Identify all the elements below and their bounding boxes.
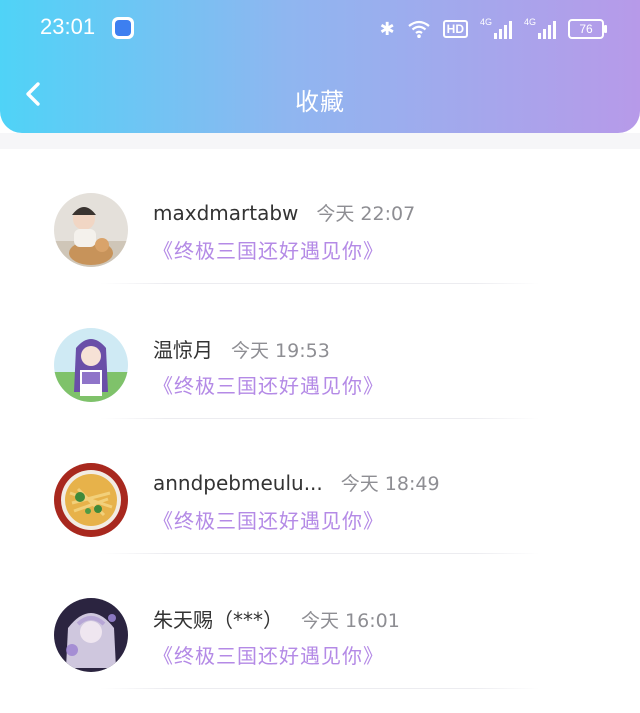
header-bar: 23:01 ✱ HD 4G 4G 76 收藏: [0, 0, 640, 133]
user-name-row: maxdmartabw 今天 22:07: [153, 199, 415, 226]
book-link[interactable]: 《终极三国还好遇见你》: [153, 235, 384, 264]
favorite-time: 今天 16:01: [301, 610, 400, 632]
user-name[interactable]: maxdmartabw: [153, 201, 298, 225]
avatar[interactable]: [54, 193, 128, 267]
favorite-time: 今天 22:07: [316, 203, 416, 225]
user-name[interactable]: anndpebmeulu...: [153, 471, 323, 495]
list-item[interactable]: 朱天赐（***） 今天 16:01 《终极三国还好遇见你》: [0, 554, 640, 689]
book-link[interactable]: 《终极三国还好遇见你》: [153, 370, 384, 399]
signal-label: 4G: [480, 17, 493, 27]
signal-icon-2: 4G: [524, 17, 556, 39]
book-link[interactable]: 《终极三国还好遇见你》: [153, 640, 384, 669]
hd-icon: HD: [442, 20, 468, 38]
signal-icon: 4G: [480, 17, 512, 39]
status-time: 23:01: [40, 14, 96, 39]
header-spacer: [0, 133, 640, 149]
list-item[interactable]: anndpebmeulu... 今天 18:49 《终极三国还好遇见你》: [0, 419, 640, 554]
signal-label-2: 4G: [524, 17, 537, 27]
book-link[interactable]: 《终极三国还好遇见你》: [153, 505, 384, 534]
list-item[interactable]: maxdmartabw 今天 22:07 《终极三国还好遇见你》: [0, 149, 640, 284]
user-name-row: 温惊月 今天 19:53: [153, 334, 330, 363]
battery-icon: 76: [568, 19, 607, 39]
app-notification-icon: [112, 17, 134, 39]
bluetooth-icon: ✱: [379, 18, 395, 39]
favorite-time: 今天 18:49: [340, 473, 440, 495]
favorite-time: 今天 19:53: [231, 340, 330, 362]
list-item[interactable]: 温惊月 今天 19:53 《终极三国还好遇见你》: [0, 284, 640, 419]
user-name[interactable]: 温惊月: [153, 338, 213, 362]
divider: [100, 688, 540, 689]
wifi-icon: [407, 20, 430, 38]
avatar[interactable]: [54, 463, 128, 537]
user-name-row: anndpebmeulu... 今天 18:49: [153, 469, 440, 496]
page-title: 收藏: [295, 88, 345, 116]
avatar[interactable]: [54, 328, 128, 402]
status-icons: ✱ HD 4G 4G 76: [379, 17, 607, 41]
avatar[interactable]: [54, 598, 128, 672]
user-name-row: 朱天赐（***） 今天 16:01: [153, 604, 400, 633]
favorites-list: maxdmartabw 今天 22:07 《终极三国还好遇见你》 温惊月 今天 19…: [0, 149, 640, 689]
user-name[interactable]: 朱天赐（***）: [153, 608, 283, 632]
